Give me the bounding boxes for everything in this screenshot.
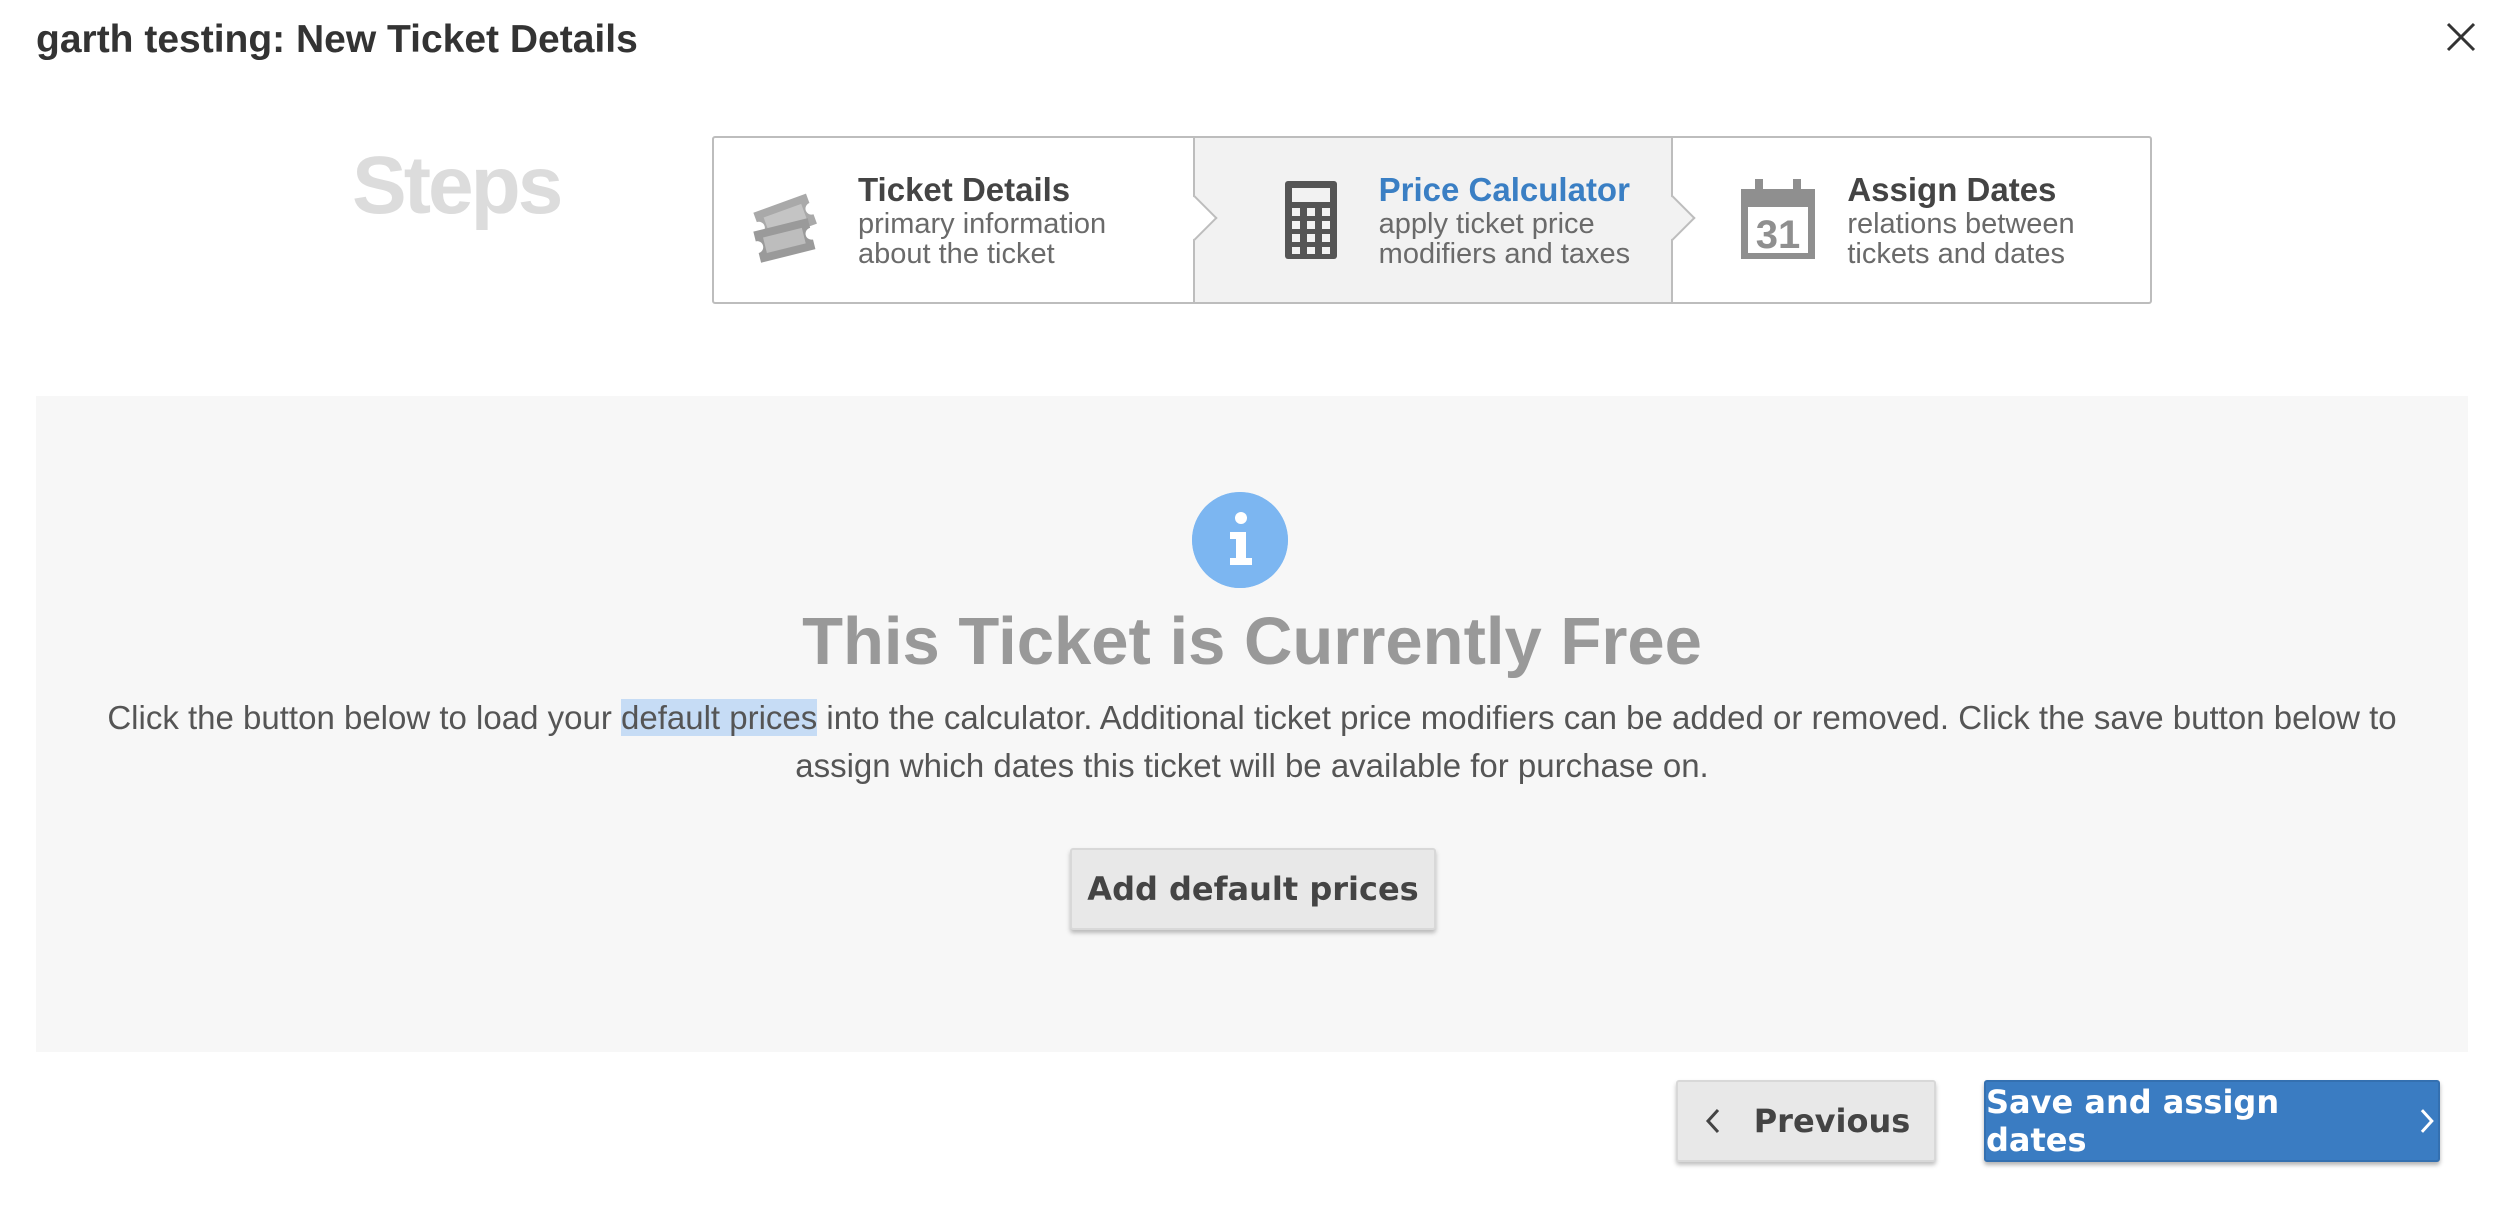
add-default-prices-button[interactable]: Add default prices (1070, 848, 1436, 930)
info-icon (1192, 492, 1288, 588)
notice-text: Click the button below to load your defa… (96, 694, 2408, 790)
tickets-icon (753, 193, 817, 263)
steps-label: Steps (352, 140, 563, 231)
step-price-calculator[interactable]: Price Calculator apply ticket price modi… (1192, 138, 1696, 302)
step-ticket-details[interactable]: Ticket Details primary information about… (714, 138, 1218, 302)
free-ticket-notice: This Ticket is Currently Free Click the … (36, 396, 2468, 1052)
close-button[interactable] (2440, 16, 2482, 58)
chevron-left-icon (1705, 1108, 1719, 1134)
notice-text-end: into the calculator. Additional ticket p… (795, 699, 2397, 784)
modal-title: garth testing: New Ticket Details (36, 18, 638, 61)
calendar-icon: 31 (1741, 179, 1816, 259)
save-label: Save and assign dates (1986, 1083, 2280, 1159)
previous-label: Previous (1753, 1102, 1911, 1140)
step-title: Price Calculator (1378, 171, 1630, 208)
selected-text: default prices (620, 699, 818, 736)
calendar-number: 31 (1756, 213, 1801, 257)
step-assign-dates[interactable]: 31 Assign Dates relations between ticket… (1671, 138, 2150, 302)
step-title: Ticket Details (858, 171, 1071, 208)
step-description: primary information about the ticket (858, 208, 1107, 270)
steps-progress: Ticket Details primary information about… (712, 136, 2152, 304)
notice-text-start: Click the button below to load your (107, 699, 621, 736)
chevron-right-icon (2421, 1109, 2435, 1133)
calculator-icon (1284, 181, 1337, 259)
step-title: Assign Dates (1847, 171, 2057, 208)
notice-heading: This Ticket is Currently Free (802, 604, 1702, 679)
save-and-assign-dates-button[interactable]: Save and assign dates (1984, 1080, 2440, 1162)
previous-button[interactable]: Previous (1676, 1080, 1936, 1162)
step-description: relations between tickets and dates (1847, 208, 2075, 270)
step-description: apply ticket price modifiers and taxes (1378, 208, 1631, 270)
close-icon (2446, 22, 2476, 52)
